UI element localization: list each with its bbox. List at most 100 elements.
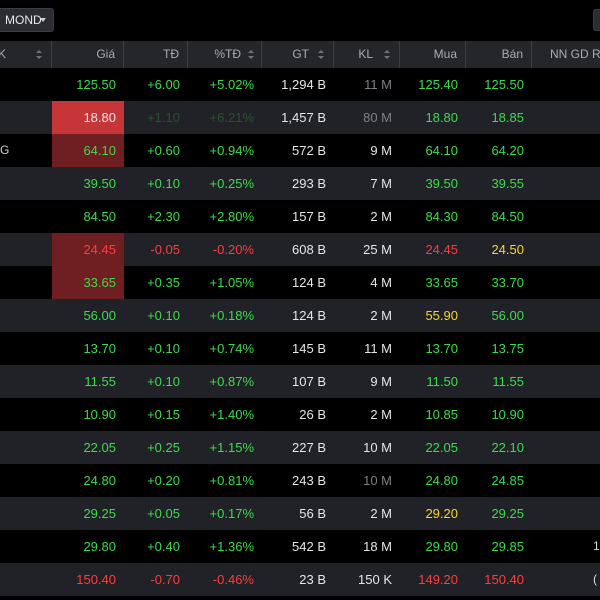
cell-change-percent: +0.25% xyxy=(209,176,254,191)
cell-value: 124 B xyxy=(292,308,326,323)
cell-change: +0.60 xyxy=(147,143,180,158)
cell-change: -0.70 xyxy=(150,572,180,587)
chevron-down-icon xyxy=(40,18,46,22)
cell-change: +0.25 xyxy=(147,440,180,455)
column-header-label: Bán xyxy=(501,47,523,61)
cell-change-percent: +0.87% xyxy=(209,374,254,389)
cell-change: -0.05 xyxy=(150,242,180,257)
column-header-nn[interactable]: NN GD Rò xyxy=(532,41,600,68)
cell-change-percent: +1.40% xyxy=(209,407,254,422)
table-row[interactable]: 29.25 +0.05 +0.17% 56 B 2 M 29.20 29.25 xyxy=(0,497,600,530)
cell-volume: 25 M xyxy=(363,242,392,257)
cell-value: 227 B xyxy=(292,440,326,455)
table-row[interactable]: 150.40 -0.70 -0.46% 23 B 150 K 149.20 15… xyxy=(0,563,600,596)
cell-change-percent: +5.02% xyxy=(209,77,254,92)
cell-bid: 11.50 xyxy=(426,374,458,389)
cell-volume: 10 M xyxy=(363,473,392,488)
cell-bid: 84.30 xyxy=(425,209,458,224)
cell-ask: 64.20 xyxy=(491,143,524,158)
table-row[interactable]: 24.80 +0.20 +0.81% 243 B 10 M 24.80 24.8… xyxy=(0,464,600,497)
cell-volume: 2 M xyxy=(370,209,392,224)
column-header-gia[interactable]: Giá xyxy=(52,41,124,68)
cell-change-percent: +0.94% xyxy=(209,143,254,158)
cell-ask: 24.85 xyxy=(491,473,524,488)
cell-value: 145 B xyxy=(292,341,326,356)
cell-change-percent: +1.05% xyxy=(209,275,254,290)
column-header-label: Giá xyxy=(96,47,115,61)
cell-bid: 33.65 xyxy=(425,275,458,290)
table-row[interactable]: 13.70 +0.10 +0.74% 145 B 11 M 13.70 13.7… xyxy=(0,332,600,365)
cell-ask: 22.10 xyxy=(491,440,524,455)
table-row[interactable]: 24.45 -0.05 -0.20% 608 B 25 M 24.45 24.5… xyxy=(0,233,600,266)
cell-value: 124 B xyxy=(292,275,326,290)
cell-volume: 80 M xyxy=(363,110,392,125)
cell-price: 84.50 xyxy=(83,209,116,224)
cell-change-percent: +1.15% xyxy=(209,440,254,455)
cell-change-percent: +0.18% xyxy=(209,308,254,323)
table-row[interactable]: 29.80 +0.40 +1.36% 542 B 18 M 29.80 29.8… xyxy=(0,530,600,563)
cell-ask: 18.85 xyxy=(491,110,524,125)
table-row[interactable]: 33.65 +0.35 +1.05% 124 B 4 M 33.65 33.70 xyxy=(0,266,600,299)
cell-ask: 84.50 xyxy=(491,209,524,224)
cell-change: +0.15 xyxy=(147,407,180,422)
cell-bid: 29.80 xyxy=(425,539,458,554)
column-header-kl[interactable]: KL xyxy=(334,41,400,68)
cell-change-percent: +0.74% xyxy=(209,341,254,356)
column-header-symbol[interactable]: K xyxy=(0,41,52,68)
cell-change: +0.35 xyxy=(147,275,180,290)
cell-price: 125.50 xyxy=(76,77,116,92)
cell-change-percent: +2.80% xyxy=(209,209,254,224)
cell-price: 18.80 xyxy=(52,101,124,134)
cell-value: 243 B xyxy=(292,473,326,488)
table-row[interactable]: G 64.10 +0.60 +0.94% 572 B 9 M 64.10 64.… xyxy=(0,134,600,167)
table-row[interactable]: 84.50 +2.30 +2.80% 157 B 2 M 84.30 84.50 xyxy=(0,200,600,233)
cell-bid: 24.45 xyxy=(425,242,458,257)
cell-value: 542 B xyxy=(292,539,326,554)
cell-bid: 24.80 xyxy=(425,473,458,488)
column-header-label: Mua xyxy=(433,47,457,61)
toolbar-button[interactable] xyxy=(593,9,600,31)
table-row[interactable]: 39.50 +0.10 +0.25% 293 B 7 M 39.50 39.55 xyxy=(0,167,600,200)
cell-bid: 13.70 xyxy=(425,341,458,356)
cell-ask: 13.75 xyxy=(491,341,524,356)
cell-value: 572 B xyxy=(292,143,326,158)
column-header-ban[interactable]: Bán xyxy=(466,41,532,68)
cell-change-percent: +6.21% xyxy=(209,110,254,125)
cell-volume: 2 M xyxy=(370,308,392,323)
column-header-mua[interactable]: Mua xyxy=(400,41,466,68)
cell-change-percent: +0.81% xyxy=(209,473,254,488)
cell-bid: 29.20 xyxy=(425,506,458,521)
cell-ask: 29.85 xyxy=(491,539,524,554)
cell-value: 1,457 B xyxy=(281,110,326,125)
cell-foreign-fragment: ( xyxy=(593,572,597,586)
cell-value: 56 B xyxy=(299,506,326,521)
table-row[interactable]: 56.00 +0.10 +0.18% 124 B 2 M 55.90 56.00 xyxy=(0,299,600,332)
table-row[interactable]: 125.50 +6.00 +5.02% 1,294 B 11 M 125.40 … xyxy=(0,68,600,101)
column-header-label: %TĐ xyxy=(214,47,241,61)
sort-icon xyxy=(318,50,324,60)
column-header-label: K xyxy=(0,47,7,61)
table-row[interactable]: 22.05 +0.25 +1.15% 227 B 10 M 22.05 22.1… xyxy=(0,431,600,464)
cell-ask: 125.50 xyxy=(484,77,524,92)
cell-bid: 149.20 xyxy=(418,572,458,587)
column-header-td[interactable]: TĐ xyxy=(124,41,188,68)
watchlist-dropdown[interactable]: MOND xyxy=(0,8,54,32)
cell-price: 13.70 xyxy=(83,341,116,356)
cell-value: 608 B xyxy=(292,242,326,257)
column-header-label: NN GD Rò xyxy=(550,47,600,61)
cell-price: 39.50 xyxy=(83,176,116,191)
column-header-gt[interactable]: GT xyxy=(262,41,334,68)
cell-ask: 10.90 xyxy=(491,407,524,422)
cell-ask: 39.55 xyxy=(491,176,524,191)
cell-price: 24.45 xyxy=(52,233,124,266)
column-header-pct[interactable]: %TĐ xyxy=(188,41,262,68)
table-row[interactable]: 10.90 +0.15 +1.40% 26 B 2 M 10.85 10.90 xyxy=(0,398,600,431)
cell-ask: 11.55 xyxy=(492,374,524,389)
cell-value: 157 B xyxy=(292,209,326,224)
cell-value: 23 B xyxy=(299,572,326,587)
cell-volume: 10 M xyxy=(363,440,392,455)
cell-change: +0.20 xyxy=(147,473,180,488)
table-row[interactable]: 18.80 +1.10 +6.21% 1,457 B 80 M 18.80 18… xyxy=(0,101,600,134)
table-row[interactable]: 11.55 +0.10 +0.87% 107 B 9 M 11.50 11.55 xyxy=(0,365,600,398)
cell-volume: 7 M xyxy=(370,176,392,191)
